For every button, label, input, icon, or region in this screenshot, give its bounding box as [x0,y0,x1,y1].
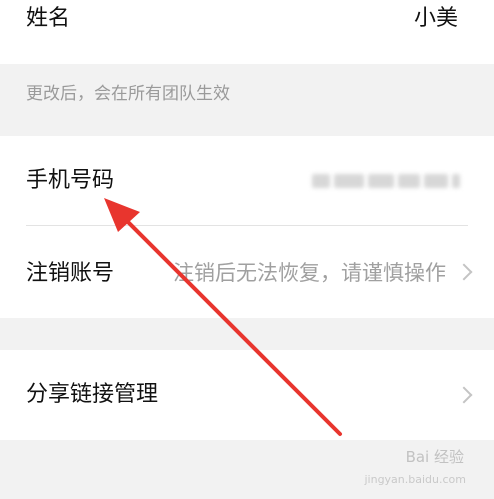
blur-block [368,174,394,188]
account-settings-screen: 姓名 小美 更改后，会在所有团队生效 手机号码 注销账号 注销后无法恢复，请谨慎… [0,0,494,499]
chevron-right-icon [455,386,473,404]
name-value: 小美 [413,6,458,31]
phone-number-label: 手机号码 [26,168,115,193]
blur-block [452,174,460,188]
blur-block [334,174,364,188]
blur-block [398,174,420,188]
row-divider [26,225,468,226]
name-row[interactable]: 姓名 小美 [0,0,494,64]
share-link-management-row[interactable]: 分享链接管理 [0,350,494,440]
baidu-jingyan-watermark: Bai 经验 [405,448,464,466]
blur-block [312,174,330,188]
chevron-right-icon [455,263,473,281]
cancel-account-hint: 注销后无法恢复，请谨慎操作 [173,261,446,285]
blurred-phone-value [312,170,468,192]
blur-block [424,174,448,188]
cancel-account-row[interactable]: 注销账号 注销后无法恢复，请谨慎操作 [0,226,494,318]
share-link-management-label: 分享链接管理 [26,382,159,407]
baidu-jingyan-url: jingyan.baidu.com [364,473,466,486]
team-change-hint: 更改后，会在所有团队生效 [26,84,230,104]
cancel-account-label: 注销账号 [26,261,115,286]
name-label: 姓名 [26,6,71,31]
